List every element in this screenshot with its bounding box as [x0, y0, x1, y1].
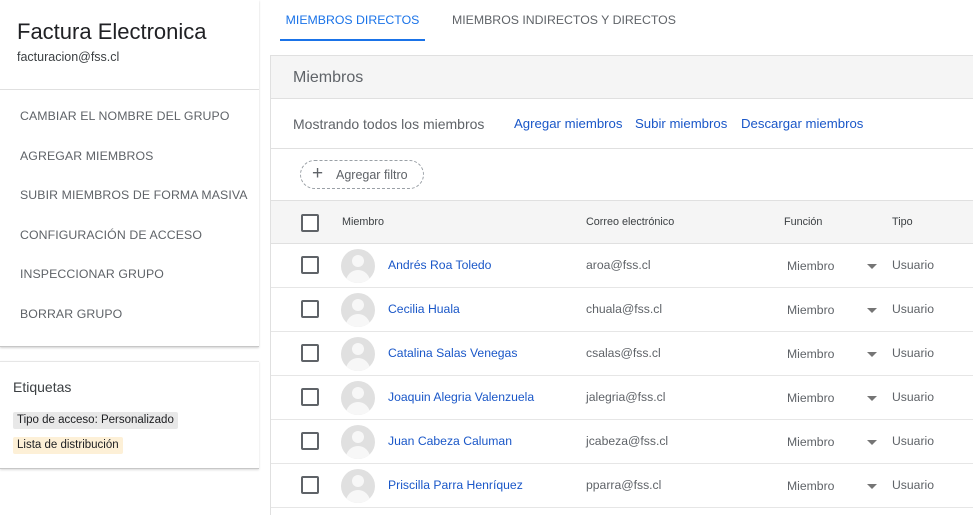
table-row: Priscilla Parra Henríquez pparra@fss.cl …	[271, 464, 973, 508]
avatar	[341, 337, 375, 371]
chevron-down-icon	[867, 440, 877, 445]
role-dropdown[interactable]: Miembro	[779, 470, 879, 502]
chevron-down-icon	[867, 264, 877, 269]
role-dropdown[interactable]: Miembro	[779, 250, 879, 282]
role-dropdown[interactable]: Miembro	[779, 294, 879, 326]
group-email: facturacion@fss.cl	[17, 50, 120, 64]
row-checkbox[interactable]	[301, 300, 319, 318]
row-checkbox[interactable]	[301, 256, 319, 274]
tab-indirect-and-direct-members[interactable]: MIEMBROS INDIRECTOS Y DIRECTOS	[452, 0, 676, 41]
avatar	[341, 469, 375, 503]
column-header-email[interactable]: Correo electrónico	[586, 216, 674, 228]
distribution-list-chip: Lista de distribución	[13, 437, 123, 454]
column-header-type[interactable]: Tipo	[892, 216, 913, 228]
chevron-down-icon	[867, 308, 877, 313]
role-value: Miembro	[787, 479, 835, 493]
sidebar-item-bulk-upload[interactable]: SUBIR MIEMBROS DE FORMA MASIVA	[0, 176, 259, 216]
role-dropdown[interactable]: Miembro	[779, 382, 879, 414]
showing-all-members-text: Mostrando todos los miembros	[293, 116, 485, 132]
member-type: Usuario	[892, 302, 934, 316]
member-email: csalas@fss.cl	[586, 346, 661, 360]
add-members-link[interactable]: Agregar miembros	[514, 116, 622, 131]
member-type: Usuario	[892, 390, 934, 404]
groups-app: Factura Electronica facturacion@fss.cl C…	[0, 0, 973, 515]
sidebar-item-delete-group[interactable]: BORRAR GRUPO	[0, 295, 259, 335]
add-filter-button[interactable]: + Agregar filtro	[300, 160, 424, 189]
sidebar-item-access-settings[interactable]: CONFIGURACIÓN DE ACCESO	[0, 216, 259, 256]
member-email: aroa@fss.cl	[586, 258, 651, 272]
chevron-down-icon	[867, 484, 877, 489]
sidebar: Factura Electronica facturacion@fss.cl C…	[0, 0, 262, 515]
table-row: Catalina Salas Venegas csalas@fss.cl Mie…	[271, 332, 973, 376]
role-value: Miembro	[787, 435, 835, 449]
sidebar-item-add-members[interactable]: AGREGAR MIEMBROS	[0, 137, 259, 177]
members-panel: Miembros Mostrando todos los miembros Ag…	[270, 55, 973, 515]
row-checkbox[interactable]	[301, 388, 319, 406]
row-checkbox[interactable]	[301, 432, 319, 450]
member-type: Usuario	[892, 434, 934, 448]
plus-icon: +	[312, 163, 324, 184]
members-panel-header: Miembros	[271, 56, 973, 99]
avatar	[341, 425, 375, 459]
upload-members-link[interactable]: Subir miembros	[635, 116, 727, 131]
members-actions-bar: Mostrando todos los miembros Agregar mie…	[271, 99, 973, 149]
sidebar-item-inspect-group[interactable]: INSPECCIONAR GRUPO	[0, 255, 259, 295]
members-table-header: Miembro Correo electrónico Función Tipo	[271, 200, 973, 244]
member-name-link[interactable]: Joaquin Alegria Valenzuela	[388, 390, 534, 404]
tab-direct-members[interactable]: MIEMBROS DIRECTOS	[280, 0, 425, 41]
labels-title: Etiquetas	[13, 379, 72, 395]
avatar	[341, 293, 375, 327]
access-type-chip: Tipo de acceso: Personalizado	[13, 412, 178, 429]
member-tabs: MIEMBROS DIRECTOS MIEMBROS INDIRECTOS Y …	[270, 0, 973, 42]
member-name-link[interactable]: Juan Cabeza Caluman	[388, 434, 512, 448]
role-dropdown[interactable]: Miembro	[779, 338, 879, 370]
group-card: Factura Electronica facturacion@fss.cl C…	[0, 0, 259, 347]
role-dropdown[interactable]: Miembro	[779, 426, 879, 458]
chevron-down-icon	[867, 352, 877, 357]
member-email: jcabeza@fss.cl	[586, 434, 669, 448]
table-row: Cecilia Huala chuala@fss.cl Miembro Usua…	[271, 288, 973, 332]
member-name-link[interactable]: Catalina Salas Venegas	[388, 346, 517, 360]
sidebar-divider	[0, 89, 259, 90]
table-row: Joaquin Alegria Valenzuela jalegria@fss.…	[271, 376, 973, 420]
member-type: Usuario	[892, 258, 934, 272]
chevron-down-icon	[867, 396, 877, 401]
sidebar-item-rename-group[interactable]: CAMBIAR EL NOMBRE DEL GRUPO	[0, 97, 259, 137]
column-header-role[interactable]: Función	[784, 216, 822, 228]
row-checkbox[interactable]	[301, 476, 319, 494]
member-name-link[interactable]: Cecilia Huala	[388, 302, 460, 316]
select-all-checkbox[interactable]	[301, 214, 319, 232]
table-row: Juan Cabeza Caluman jcabeza@fss.cl Miemb…	[271, 420, 973, 464]
role-value: Miembro	[787, 303, 835, 317]
member-type: Usuario	[892, 346, 934, 360]
group-title: Factura Electronica	[17, 19, 207, 44]
role-value: Miembro	[787, 391, 835, 405]
member-name-link[interactable]: Priscilla Parra Henríquez	[388, 478, 523, 492]
member-email: pparra@fss.cl	[586, 478, 662, 492]
sidebar-menu: CAMBIAR EL NOMBRE DEL GRUPO AGREGAR MIEM…	[0, 97, 259, 335]
avatar	[341, 381, 375, 415]
avatar	[341, 249, 375, 283]
member-email: jalegria@fss.cl	[586, 390, 666, 404]
download-members-link[interactable]: Descargar miembros	[741, 116, 863, 131]
members-panel-title: Miembros	[293, 69, 364, 86]
role-value: Miembro	[787, 347, 835, 361]
member-email: chuala@fss.cl	[586, 302, 663, 316]
row-checkbox[interactable]	[301, 344, 319, 362]
member-name-link[interactable]: Andrés Roa Toledo	[388, 258, 491, 272]
add-filter-label: Agregar filtro	[336, 168, 408, 182]
table-row: Andrés Roa Toledo aroa@fss.cl Miembro Us…	[271, 244, 973, 288]
column-header-member[interactable]: Miembro	[342, 216, 384, 228]
member-type: Usuario	[892, 478, 934, 492]
role-value: Miembro	[787, 259, 835, 273]
